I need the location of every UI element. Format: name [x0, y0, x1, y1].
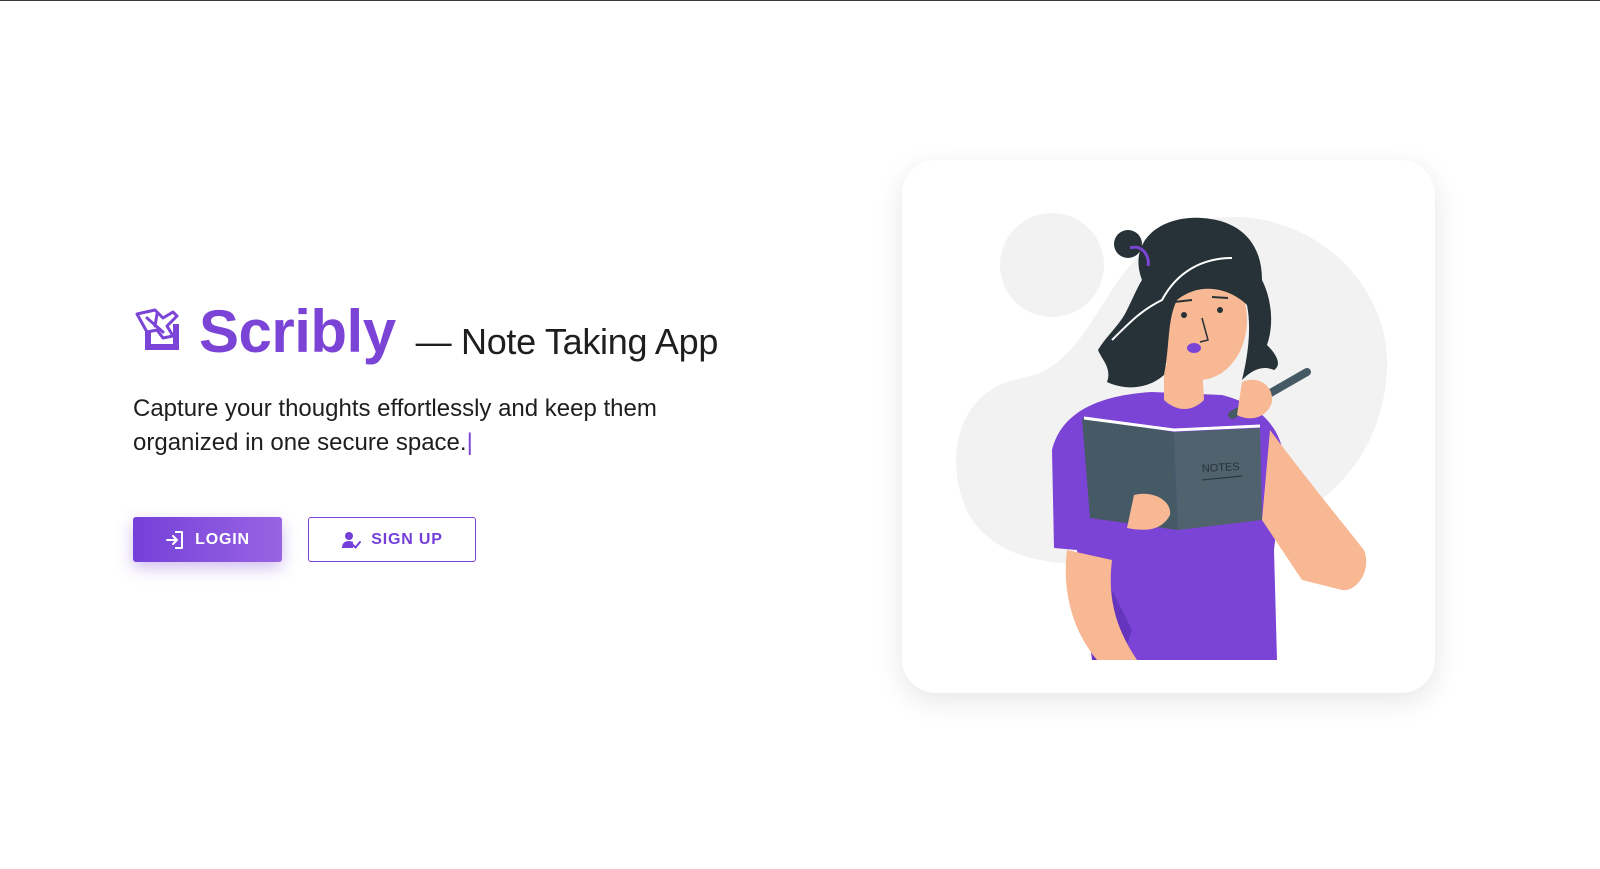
app-tagline: — Note Taking App [415, 321, 719, 362]
brand-header: Scribly — Note Taking App [133, 290, 773, 362]
signup-label: SIGN UP [371, 530, 443, 548]
app-name: Scribly [199, 298, 396, 365]
signup-button[interactable]: SIGN UP [308, 517, 476, 562]
top-border [0, 0, 1600, 1]
typing-caret: | [466, 429, 473, 456]
notebook-label: NOTES [1202, 461, 1240, 475]
hero-section: Scribly — Note Taking App Capture your t… [133, 290, 773, 460]
user-check-icon [342, 531, 362, 548]
login-label: LOGIN [195, 530, 250, 548]
woman-reading-notes-illustration: NOTES [956, 213, 1388, 660]
description-text: Capture your thoughts effortlessly and k… [133, 395, 657, 456]
quill-note-icon [135, 308, 179, 350]
app-description: Capture your thoughts effortlessly and k… [133, 392, 733, 460]
login-button[interactable]: LOGIN [133, 517, 282, 562]
login-icon [166, 530, 184, 549]
auth-actions: LOGIN SIGN UP [133, 517, 476, 562]
illustration-card: NOTES [902, 160, 1435, 693]
